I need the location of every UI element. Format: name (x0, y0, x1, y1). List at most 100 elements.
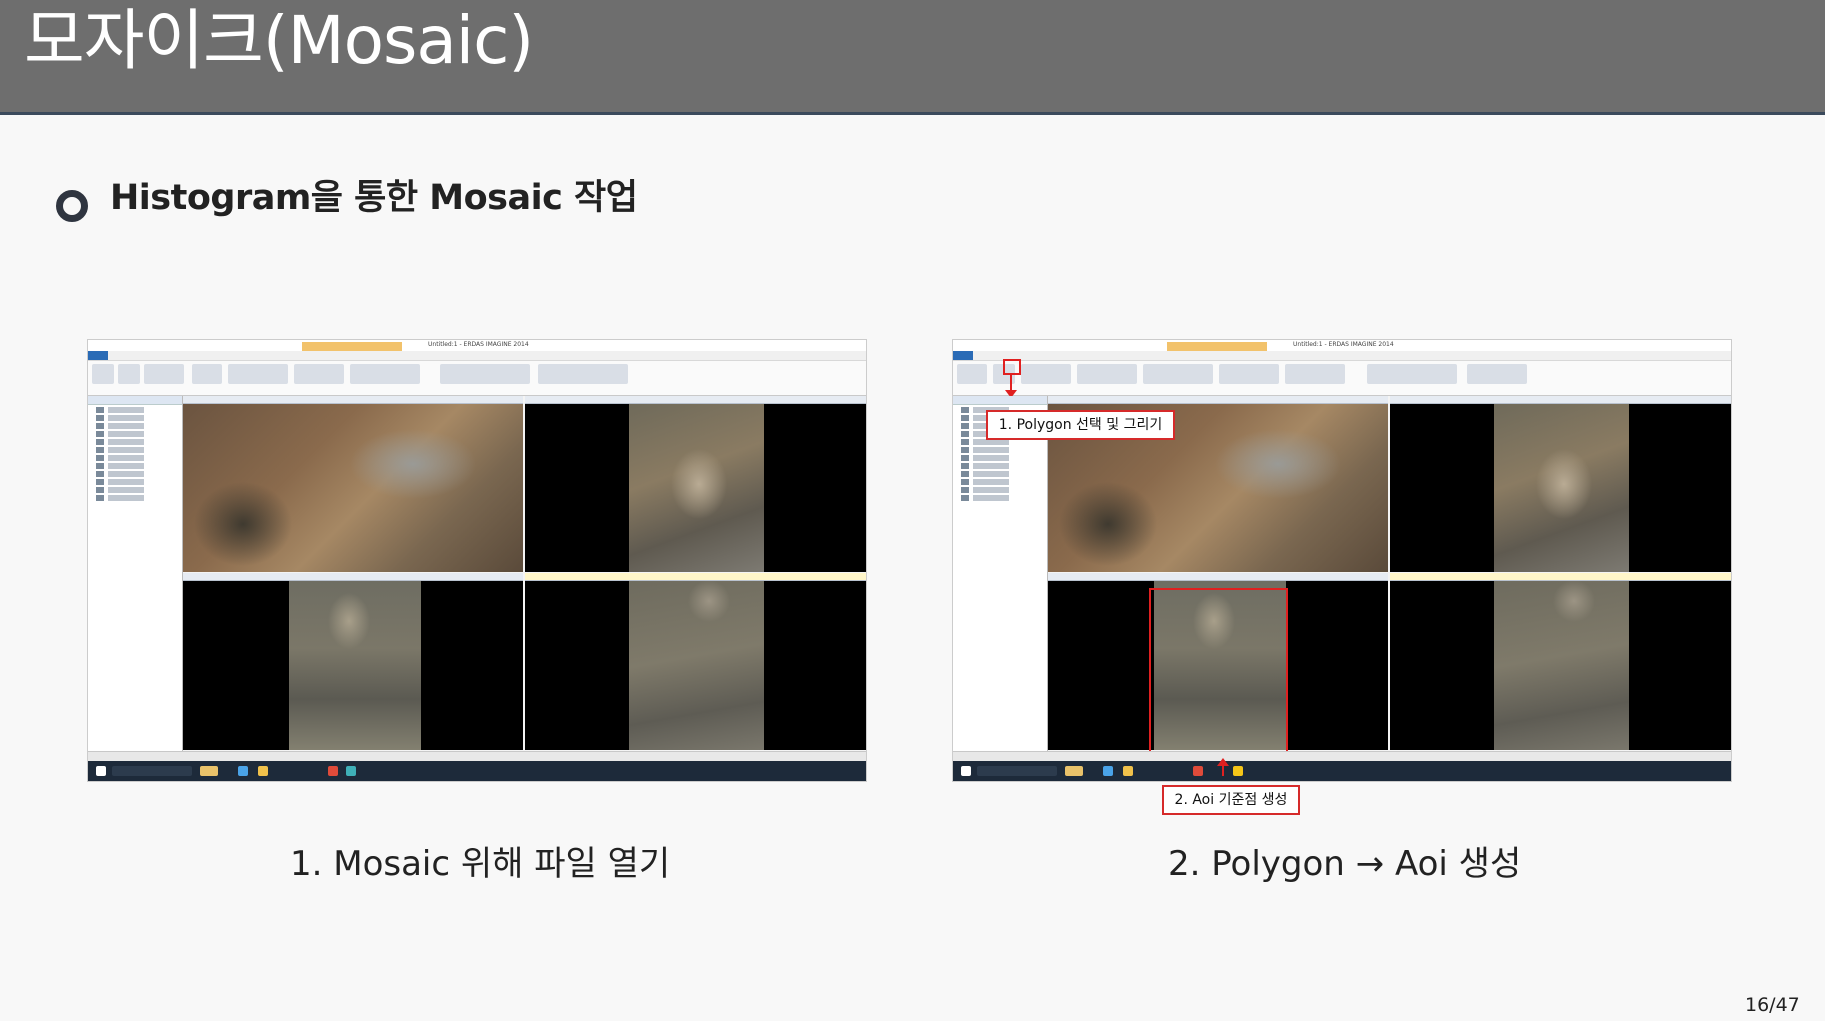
tree-item[interactable] (96, 471, 176, 477)
view-pane-1[interactable] (183, 396, 523, 572)
page-number: 16/47 (1745, 994, 1800, 1016)
callout-arrow-head (1217, 758, 1229, 766)
pane-header (525, 396, 866, 404)
tree-item[interactable] (96, 431, 176, 437)
file-tab[interactable] (88, 351, 108, 360)
taskbar-app-icon[interactable] (238, 766, 248, 776)
window-tools[interactable] (294, 364, 344, 384)
tree-item[interactable] (961, 487, 1041, 493)
pane-header (1048, 396, 1388, 404)
clipboard-tools[interactable] (957, 364, 987, 384)
windows-taskbar (88, 761, 866, 781)
aerial-image-4 (1494, 581, 1629, 750)
font-size-tools[interactable] (1285, 364, 1345, 384)
contents-panel (88, 396, 183, 760)
edit-tools[interactable] (192, 364, 222, 384)
windows-start-icon[interactable] (96, 766, 106, 776)
pane-header (183, 573, 523, 581)
tree-item[interactable] (96, 447, 176, 453)
taskbar-app-icon[interactable] (328, 766, 338, 776)
polygon-tool-highlight (1003, 359, 1021, 375)
windows-taskbar (953, 761, 1731, 781)
shape-tools[interactable] (1467, 364, 1527, 384)
extent-tools[interactable] (228, 364, 288, 384)
tree-item[interactable] (961, 471, 1041, 477)
windows-start-icon[interactable] (961, 766, 971, 776)
modify-tools[interactable] (1143, 364, 1213, 384)
view-pane-2[interactable] (525, 396, 866, 572)
screenshot-open-files: Untitled:1 - ERDAS IMAGINE 2014 (88, 340, 866, 781)
tree-item[interactable] (96, 415, 176, 421)
tree-item[interactable] (96, 479, 176, 485)
metadata-icon[interactable] (118, 364, 140, 384)
tree-item[interactable] (96, 407, 176, 413)
search-icon[interactable] (977, 766, 1057, 776)
taskbar-app-icon[interactable] (1233, 766, 1243, 776)
tree-item[interactable] (961, 479, 1041, 485)
view-pane-4[interactable] (1390, 573, 1731, 750)
view-pane-4[interactable] (525, 573, 866, 750)
contents-panel (953, 396, 1048, 760)
tree-item[interactable] (96, 455, 176, 461)
geometry-tools[interactable] (1077, 364, 1137, 384)
callout-polygon-select: 1. Polygon 선택 및 그리기 (986, 410, 1175, 440)
insert-map-element-tools[interactable] (1219, 364, 1279, 384)
raster-tab[interactable] (1167, 342, 1267, 351)
tree-item[interactable] (961, 495, 1041, 501)
taskbar-app-icon[interactable] (1103, 766, 1113, 776)
contents-panel-header (88, 396, 182, 405)
taskbar-app-icon[interactable] (346, 766, 356, 776)
app-titlebar: Untitled:1 - ERDAS IMAGINE 2014 (88, 340, 866, 351)
callout-arrow (1010, 373, 1012, 391)
contents-icon[interactable] (92, 364, 114, 384)
window-title: Untitled:1 - ERDAS IMAGINE 2014 (428, 341, 529, 348)
tree-item[interactable] (961, 455, 1041, 461)
tree-item[interactable] (961, 447, 1041, 453)
section-subtitle: Histogram을 통한 Mosaic 작업 (110, 178, 638, 218)
aoi-polygon-highlight (1149, 588, 1288, 754)
app-titlebar: Untitled:1 - ERDAS IMAGINE 2014 (953, 340, 1731, 351)
insert-tools[interactable] (1021, 364, 1071, 384)
aerial-image-2 (629, 404, 764, 572)
bullet-circle-icon (56, 190, 88, 222)
taskbar-app-icon[interactable] (258, 766, 268, 776)
taskbar-app-icon[interactable] (1193, 766, 1203, 776)
pane-header (1390, 396, 1731, 404)
tree-item[interactable] (96, 495, 176, 501)
ribbon-tabs (88, 342, 866, 361)
styles-tools[interactable] (1367, 364, 1457, 384)
tree-item[interactable] (96, 423, 176, 429)
tree-item[interactable] (96, 487, 176, 493)
view-tools[interactable] (350, 364, 420, 384)
contents-panel-header (953, 396, 1047, 405)
tree-item[interactable] (961, 463, 1041, 469)
ribbon-toolbar (88, 361, 866, 396)
caption-polygon-aoi: 2. Polygon → Aoi 생성 (1168, 844, 1522, 884)
taskbar-app-icon[interactable] (1123, 766, 1133, 776)
view-pane-3[interactable] (183, 573, 523, 750)
view-pane-2[interactable] (1390, 396, 1731, 572)
scale-and-angle[interactable] (440, 364, 530, 384)
pane-header-active (1390, 573, 1731, 581)
tree-item[interactable] (96, 463, 176, 469)
taskbar-app-icon[interactable] (1065, 766, 1083, 776)
tree-item[interactable] (96, 439, 176, 445)
status-bar (953, 751, 1731, 761)
screenshot-polygon-aoi: Untitled:1 - ERDAS IMAGINE 2014 1. Polyg… (953, 340, 1731, 781)
caption-open-files: 1. Mosaic 위해 파일 열기 (290, 844, 671, 884)
pane-header-active (525, 573, 866, 581)
aerial-image-3 (289, 581, 421, 750)
swipe-tools[interactable] (538, 364, 628, 384)
pane-header (1048, 573, 1388, 581)
ribbon-tabs (953, 342, 1731, 361)
slide-header: 모자이크(Mosaic) (0, 0, 1825, 115)
search-icon[interactable] (112, 766, 192, 776)
raster-tab[interactable] (302, 342, 402, 351)
window-title: Untitled:1 - ERDAS IMAGINE 2014 (1293, 341, 1394, 348)
taskbar-app-icon[interactable] (200, 766, 218, 776)
status-bar (88, 751, 866, 761)
aerial-image-1 (183, 404, 523, 572)
select-tools[interactable] (144, 364, 184, 384)
file-tab[interactable] (953, 351, 973, 360)
pane-header (183, 396, 523, 404)
